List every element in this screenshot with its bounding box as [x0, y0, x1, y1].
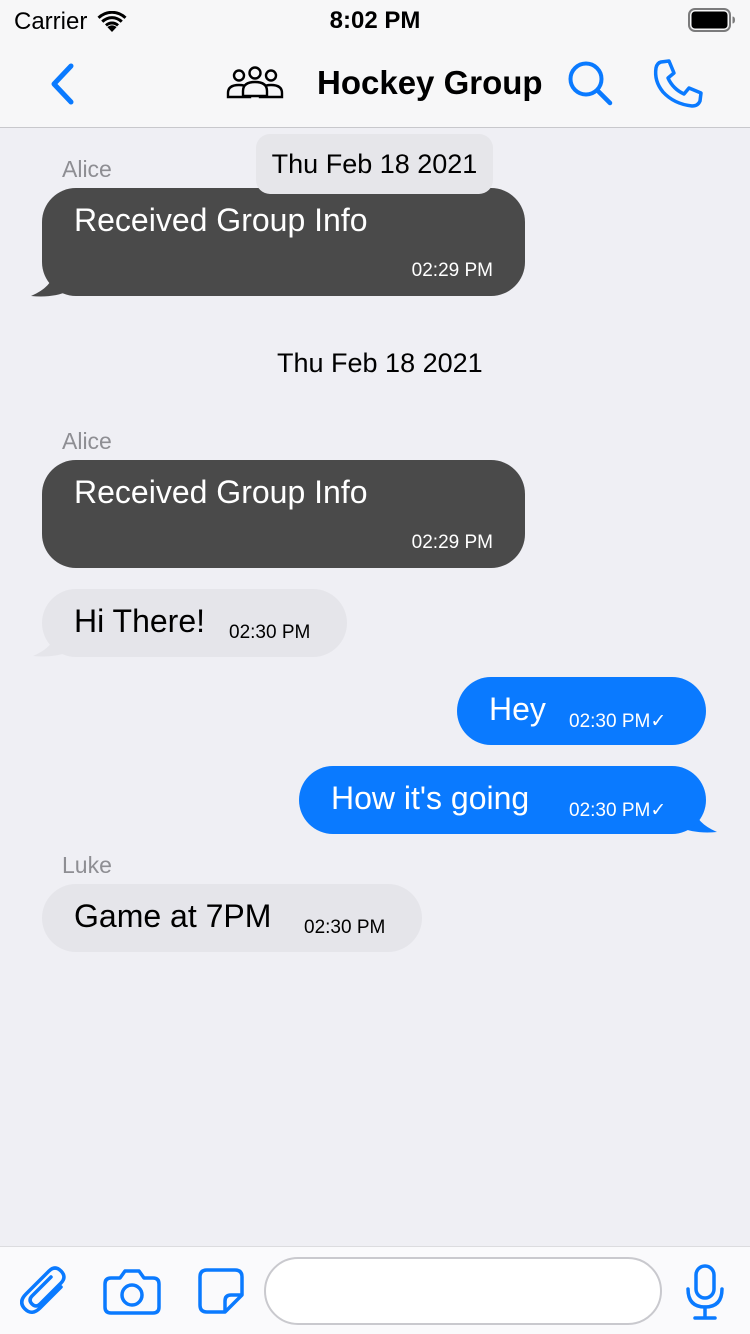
- sender-name: Alice: [62, 428, 112, 454]
- message-bubble[interactable]: Received Group Info 02:29 PM: [42, 460, 525, 568]
- message-time: 02:30 PM✓: [569, 711, 667, 732]
- phone-icon[interactable]: [652, 58, 704, 110]
- message-text: Hey: [489, 691, 546, 727]
- sender-name: Luke: [62, 852, 112, 878]
- microphone-icon[interactable]: [684, 1263, 726, 1321]
- search-icon[interactable]: [564, 58, 616, 110]
- message-time: 02:30 PM: [229, 622, 311, 643]
- message-bubble[interactable]: Game at 7PM 02:30 PM: [42, 884, 422, 952]
- composer-bar: [0, 1246, 750, 1334]
- message-text: Received Group Info: [74, 474, 368, 510]
- chevron-left-icon: [51, 63, 74, 105]
- group-icon[interactable]: [226, 66, 284, 100]
- date-separator: Thu Feb 18 2021: [277, 348, 483, 378]
- message-bubble[interactable]: How it's going 02:30 PM✓: [299, 766, 706, 834]
- message-time: 02:30 PM: [304, 917, 386, 938]
- sender-name: Alice: [62, 156, 112, 182]
- message-text: Game at 7PM: [74, 898, 272, 934]
- message-text: How it's going: [331, 780, 530, 816]
- status-time: 8:02 PM: [329, 7, 421, 34]
- message-text: Received Group Info: [74, 202, 368, 238]
- message-input[interactable]: [264, 1257, 662, 1325]
- message-bubble[interactable]: Hi There! 02:30 PM: [42, 589, 347, 657]
- message-time: 02:29 PM: [411, 260, 493, 281]
- camera-icon[interactable]: [103, 1267, 161, 1315]
- message-list[interactable]: Thu Feb 18 2021 Alice Received Group Inf…: [0, 128, 750, 1246]
- battery-icon: [688, 8, 735, 32]
- message-time: 02:30 PM✓: [569, 800, 667, 821]
- sticky-date-header: Thu Feb 18 2021: [256, 134, 493, 194]
- sticker-icon[interactable]: [197, 1267, 245, 1315]
- status-bar: Carrier 8:02 PM: [0, 0, 750, 40]
- paperclip-icon[interactable]: [20, 1263, 70, 1319]
- message-time: 02:29 PM: [411, 532, 493, 553]
- chat-screen: Carrier 8:02 PM Hockey Group Thu Feb 18 …: [0, 0, 750, 1334]
- navigation-bar: Hockey Group: [0, 40, 750, 128]
- message-bubble[interactable]: Received Group Info 02:29 PM: [42, 188, 525, 296]
- back-button[interactable]: [40, 60, 84, 108]
- chat-title[interactable]: Hockey Group: [317, 64, 543, 102]
- message-text: Hi There!: [74, 603, 206, 639]
- message-bubble[interactable]: Hey 02:30 PM✓: [457, 677, 706, 745]
